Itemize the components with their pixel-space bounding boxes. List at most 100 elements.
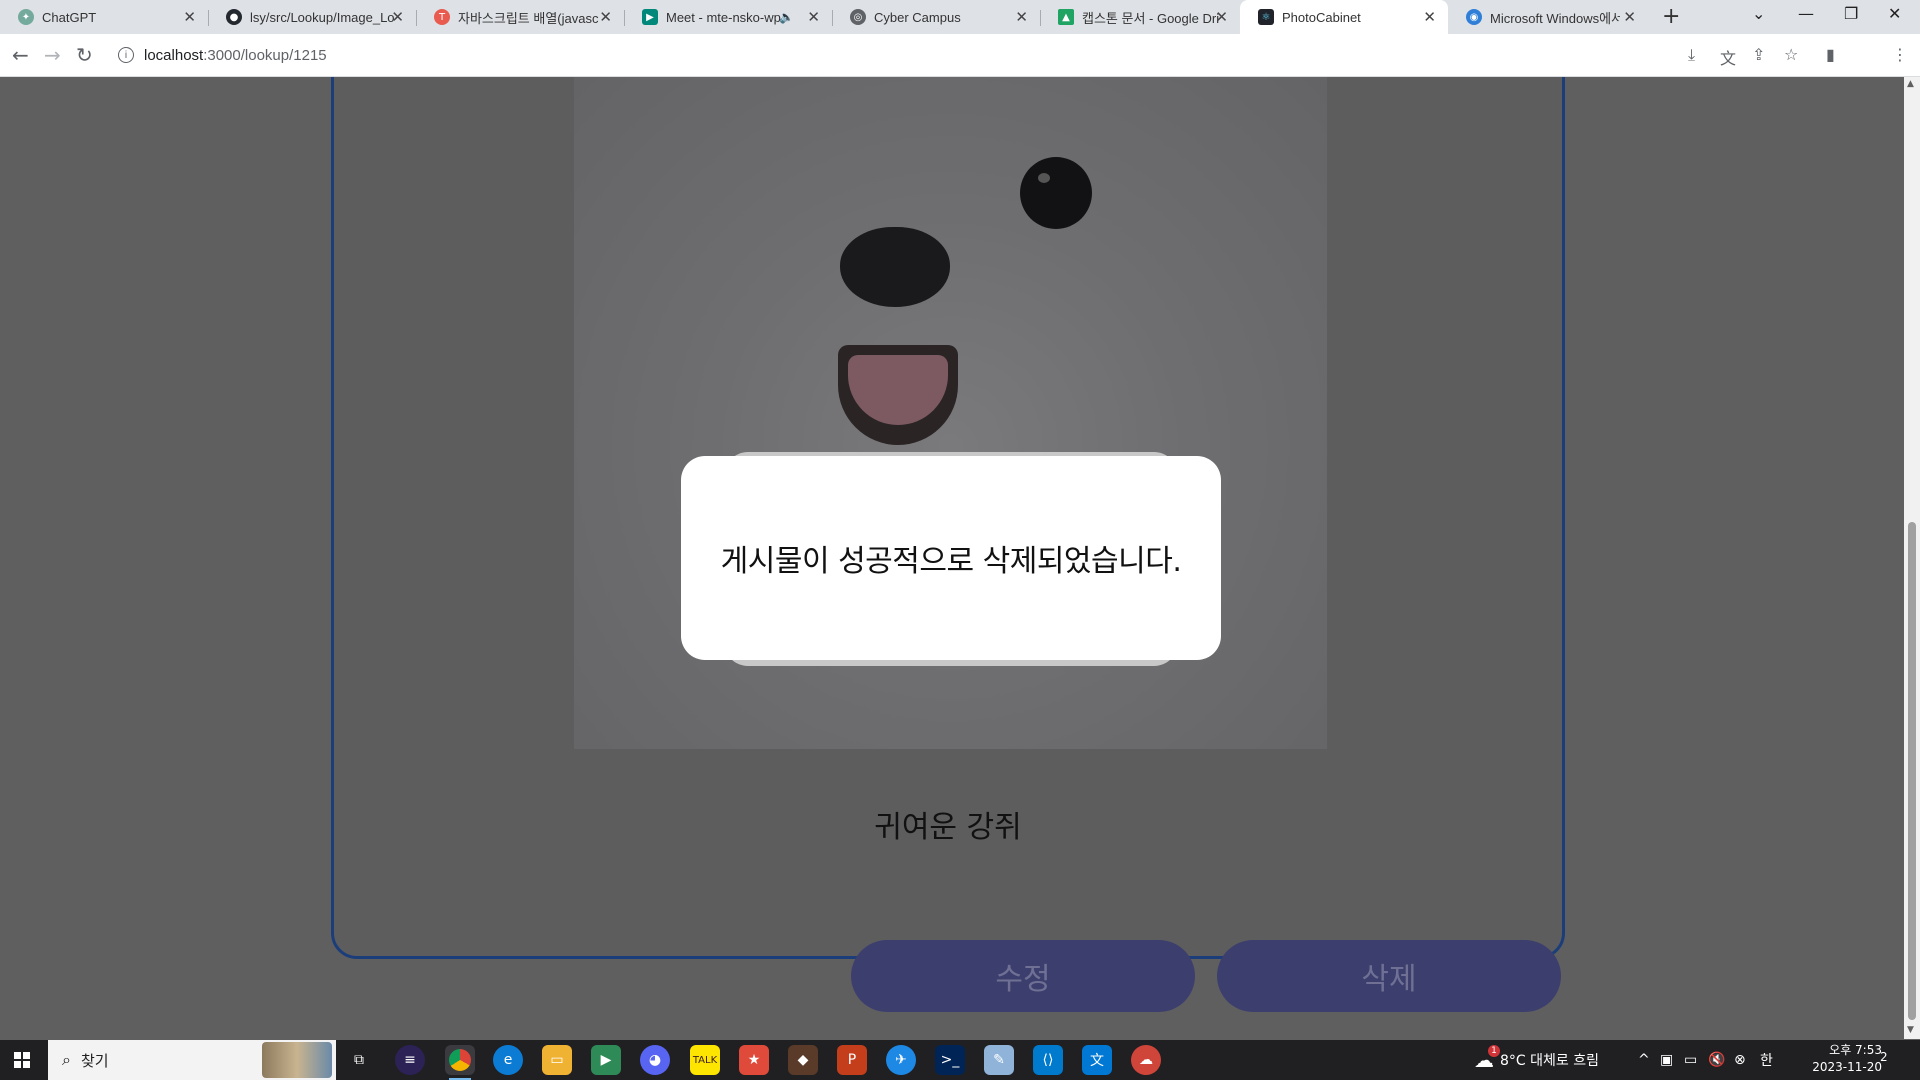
weather-text: 8°C 대체로 흐림 bbox=[1500, 1053, 1599, 1069]
tab-github[interactable]: ● lsy/src/Lookup/Image_Lo ✕ bbox=[208, 0, 416, 34]
close-icon[interactable]: ✕ bbox=[599, 8, 612, 26]
clock-time: 오후 7:53 bbox=[1829, 1043, 1882, 1057]
address-bar[interactable]: i localhost:3000/lookup/1215 bbox=[110, 40, 1670, 70]
close-icon[interactable]: ✕ bbox=[183, 8, 196, 26]
search-placeholder: 찾기 bbox=[80, 1051, 109, 1070]
scroll-down-icon[interactable]: ▼ bbox=[1907, 1025, 1914, 1035]
notification-center-icon[interactable]: 2 bbox=[1880, 1050, 1900, 1070]
game-icon[interactable]: ◆ bbox=[788, 1045, 818, 1075]
react-icon: ⚛ bbox=[1258, 9, 1274, 25]
audio-playing-icon[interactable]: 🔈 bbox=[779, 10, 794, 24]
close-icon[interactable]: ✕ bbox=[1215, 8, 1228, 26]
notification-count: 2 bbox=[1880, 1050, 1888, 1064]
eclipse-icon[interactable]: ≡ bbox=[395, 1045, 425, 1075]
share-icon[interactable]: ⇪ bbox=[1752, 45, 1765, 64]
search-highlight-image bbox=[262, 1042, 332, 1078]
bookmark-star-icon[interactable]: ☆ bbox=[1784, 45, 1798, 64]
back-icon[interactable]: ← bbox=[12, 43, 29, 67]
show-hidden-icons[interactable]: ^ bbox=[1638, 1040, 1650, 1080]
scroll-thumb[interactable] bbox=[1908, 522, 1916, 1020]
close-icon[interactable]: ✕ bbox=[1015, 8, 1028, 26]
weather-widget[interactable]: ☁ 1 8°C 대체로 흐림 bbox=[1474, 1040, 1599, 1080]
tab-meet[interactable]: ▶ Meet - mte-nsko-wp 🔈 ✕ bbox=[624, 0, 832, 34]
notes-icon[interactable]: ✎ bbox=[984, 1045, 1014, 1075]
search-icon: ⌕ bbox=[62, 1050, 71, 1069]
translator-icon[interactable]: 文 bbox=[1082, 1045, 1112, 1075]
media-icon[interactable]: ▶ bbox=[591, 1045, 621, 1075]
tab-chatgpt[interactable]: ✦ ChatGPT ✕ bbox=[0, 0, 208, 34]
tab-google-drive[interactable]: ▲ 캡스톤 문서 - Google Dri ✕ bbox=[1040, 0, 1240, 34]
windows-taskbar: ⌕ 찾기 ⧉ ≡ e ▭ ▶ ◕ TALK ★ ◆ P ✈ >_ ✎ ⟨⟩ 文 … bbox=[0, 1040, 1920, 1080]
microsoft-icon: ◉ bbox=[1466, 9, 1482, 25]
site-info-icon[interactable]: i bbox=[118, 47, 134, 63]
restore-button[interactable]: ❐ bbox=[1844, 4, 1858, 23]
tab-title: lsy/src/Lookup/Image_Lo bbox=[250, 9, 395, 25]
url-host: localhost bbox=[144, 46, 204, 64]
dog-nose bbox=[840, 227, 950, 307]
scroll-up-icon[interactable]: ▲ bbox=[1907, 79, 1914, 89]
clock-date: 2023-11-20 bbox=[1812, 1060, 1882, 1074]
chatgpt-icon: ✦ bbox=[18, 9, 34, 25]
tistory-icon: T bbox=[434, 9, 450, 25]
url-path: :3000/lookup/1215 bbox=[203, 46, 327, 64]
powershell-icon[interactable]: >_ bbox=[935, 1045, 965, 1075]
close-icon[interactable]: ✕ bbox=[1623, 8, 1636, 26]
forward-icon[interactable]: → bbox=[44, 43, 61, 67]
tab-title: 캡스톤 문서 - Google Dri bbox=[1082, 10, 1220, 26]
close-window-button[interactable]: ✕ bbox=[1888, 4, 1901, 23]
taskbar-search[interactable]: ⌕ 찾기 bbox=[48, 1040, 336, 1080]
translate-icon[interactable]: 文 bbox=[1720, 45, 1736, 69]
weather-badge: 1 bbox=[1488, 1045, 1500, 1057]
taskbar-clock[interactable]: 오후 7:53 2023-11-20 bbox=[1782, 1042, 1882, 1076]
display-icon[interactable]: ▭ bbox=[1684, 1040, 1697, 1080]
powerpoint-icon[interactable]: P bbox=[837, 1045, 867, 1075]
tab-title: Cyber Campus bbox=[874, 9, 961, 25]
edit-button[interactable]: 수정 bbox=[851, 940, 1195, 1012]
github-icon: ● bbox=[226, 9, 242, 25]
reload-icon[interactable]: ↻ bbox=[76, 43, 93, 67]
chrome-icon[interactable] bbox=[445, 1045, 475, 1080]
windows-start-icon[interactable] bbox=[14, 1052, 30, 1068]
google-meet-icon: ▶ bbox=[642, 9, 658, 25]
browser-toolbar: ← → ↻ i localhost:3000/lookup/1215 ⤓ 文 ⇪… bbox=[0, 34, 1920, 77]
tab-title: ChatGPT bbox=[42, 9, 97, 25]
dog-eye bbox=[1020, 157, 1092, 229]
tab-tistory[interactable]: T 자바스크립트 배열(javasc ✕ bbox=[416, 0, 624, 34]
modal-message: 게시물이 성공적으로 삭제되었습니다. bbox=[720, 544, 1182, 579]
tab-title: PhotoCabinet bbox=[1282, 9, 1361, 25]
globe-icon: ◎ bbox=[850, 9, 866, 25]
google-drive-icon: ▲ bbox=[1058, 9, 1074, 25]
kakaotalk-icon[interactable]: TALK bbox=[690, 1045, 720, 1075]
side-panel-icon[interactable]: ▮ bbox=[1826, 45, 1835, 64]
page-scrollbar[interactable]: ▲ ▼ bbox=[1904, 77, 1920, 1039]
task-view-icon[interactable]: ⧉ bbox=[344, 1045, 374, 1075]
minimize-button[interactable]: — bbox=[1798, 4, 1814, 23]
post-caption: 귀여운 강쥐 bbox=[874, 810, 1022, 845]
tab-microsoft[interactable]: ◉ Microsoft Windows에서 ✕ bbox=[1448, 0, 1648, 34]
error-status-icon[interactable]: ⊗ bbox=[1734, 1040, 1746, 1080]
close-icon[interactable]: ✕ bbox=[391, 8, 404, 26]
discord-icon[interactable]: ◕ bbox=[640, 1045, 670, 1075]
tab-title: Meet - mte-nsko-wp bbox=[666, 9, 781, 25]
file-explorer-icon[interactable]: ▭ bbox=[542, 1045, 572, 1075]
tab-title: 자바스크립트 배열(javasc bbox=[458, 10, 599, 26]
volume-muted-icon[interactable]: 🔇 bbox=[1708, 1040, 1725, 1080]
tab-strip: ✦ ChatGPT ✕ ● lsy/src/Lookup/Image_Lo ✕ … bbox=[0, 0, 1920, 34]
tab-search-icon[interactable]: ⌄ bbox=[1752, 4, 1765, 23]
vscode-icon[interactable]: ⟨⟩ bbox=[1033, 1045, 1063, 1075]
network-status-icon[interactable]: ▣ bbox=[1660, 1040, 1673, 1080]
bird-app-icon[interactable]: ✈ bbox=[886, 1045, 916, 1075]
new-tab-button[interactable]: + bbox=[1662, 4, 1680, 29]
cloud-app-icon[interactable]: ☁ bbox=[1131, 1045, 1161, 1075]
ime-indicator[interactable]: 한 bbox=[1760, 1040, 1773, 1080]
delete-button[interactable]: 삭제 bbox=[1217, 940, 1561, 1012]
tab-cyber-campus[interactable]: ◎ Cyber Campus ✕ bbox=[832, 0, 1040, 34]
edge-icon[interactable]: e bbox=[493, 1045, 523, 1075]
tab-photocabinet[interactable]: ⚛ PhotoCabinet ✕ bbox=[1240, 0, 1448, 34]
menu-icon[interactable]: ⋮ bbox=[1892, 45, 1908, 64]
install-app-icon[interactable]: ⤓ bbox=[1688, 45, 1695, 65]
close-icon[interactable]: ✕ bbox=[1423, 8, 1436, 26]
close-icon[interactable]: ✕ bbox=[807, 8, 820, 26]
star-app-icon[interactable]: ★ bbox=[739, 1045, 769, 1075]
delete-success-modal: 게시물이 성공적으로 삭제되었습니다. bbox=[681, 456, 1221, 660]
